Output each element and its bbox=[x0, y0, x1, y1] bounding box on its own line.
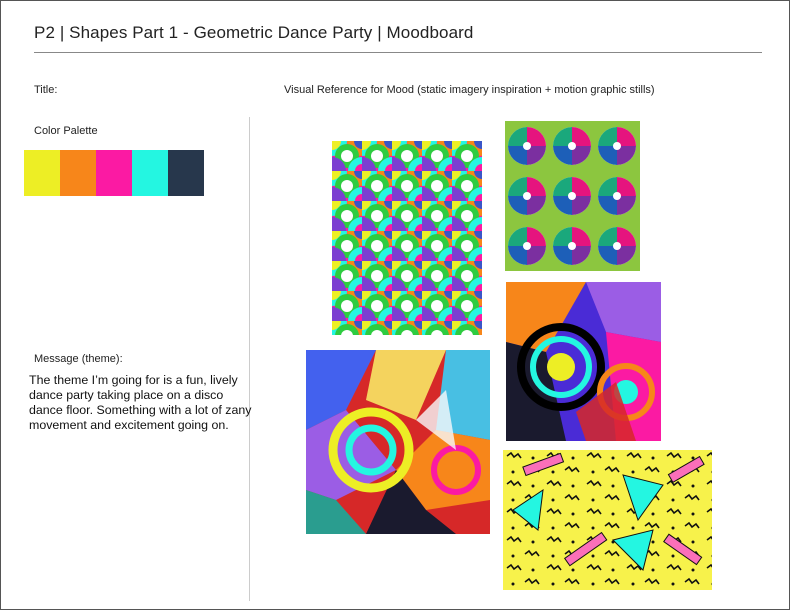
reference-image-circles-pattern bbox=[332, 141, 482, 335]
title-divider bbox=[34, 52, 762, 53]
color-palette-label: Color Palette bbox=[34, 125, 98, 137]
message-text: The theme I’m going for is a fun, lively… bbox=[29, 373, 252, 432]
palette-swatch-yellow bbox=[24, 150, 60, 196]
palette-swatch-magenta bbox=[96, 150, 132, 196]
moodboard-page: P2 | Shapes Part 1 - Geometric Dance Par… bbox=[0, 0, 790, 610]
visual-reference-label: Visual Reference for Mood (static imager… bbox=[284, 84, 655, 96]
palette-swatch-orange bbox=[60, 150, 96, 196]
reference-image-abstract-rings bbox=[506, 282, 661, 441]
column-divider bbox=[249, 117, 250, 601]
palette-swatch-navy bbox=[168, 150, 204, 196]
color-palette bbox=[24, 150, 204, 196]
reference-image-beach-balls bbox=[505, 121, 640, 271]
page-title: P2 | Shapes Part 1 - Geometric Dance Par… bbox=[34, 23, 474, 42]
reference-image-memphis-pattern bbox=[503, 450, 712, 590]
palette-swatch-cyan bbox=[132, 150, 168, 196]
message-label: Message (theme): bbox=[34, 353, 123, 365]
reference-image-geometric-painting bbox=[306, 350, 490, 534]
title-label: Title: bbox=[34, 84, 58, 96]
